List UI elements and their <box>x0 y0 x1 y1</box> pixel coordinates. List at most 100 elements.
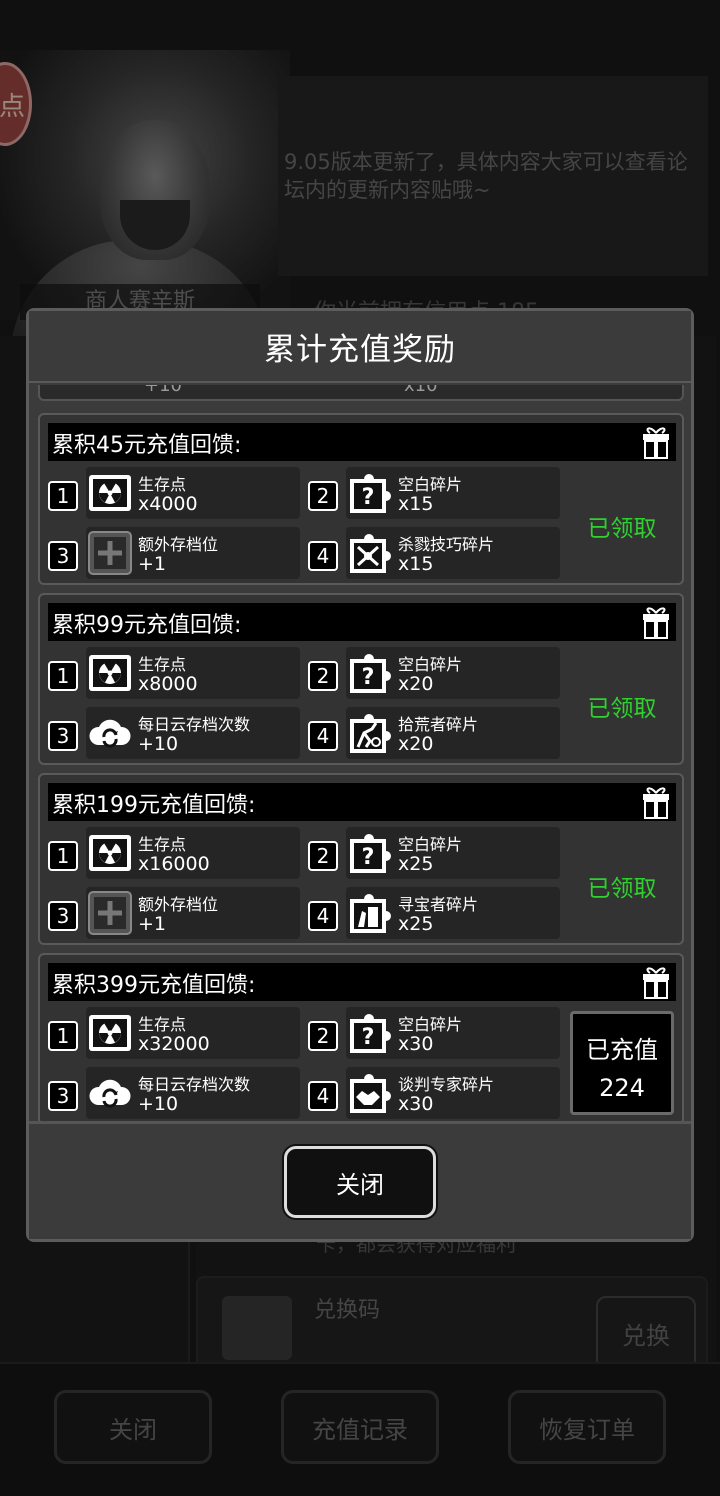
reward-item[interactable]: ? 空白碎片 x15 <box>346 467 560 519</box>
cumulative-recharge-modal: +10 x10 累积45元充值回馈: 1 生存点 x4000 2? 空白碎片 x15 3 额外存… <box>26 308 694 1242</box>
reward-index: 3 <box>48 541 78 571</box>
reward-index: 4 <box>308 721 338 751</box>
reward-item-name: 空白碎片 <box>398 655 463 674</box>
reward-index: 3 <box>48 1081 78 1111</box>
reward-item[interactable]: ? 空白碎片 x30 <box>346 1007 560 1059</box>
gift-icon <box>640 965 672 999</box>
reward-tier-2: 累积99元充值回馈: 1 生存点 x8000 2? 空白碎片 x20 3 每日云存档次数 +10 4… <box>38 593 684 765</box>
reward-item[interactable]: 每日云存档次数 +10 <box>86 707 300 759</box>
reward-item-name: 空白碎片 <box>398 1015 463 1034</box>
reward-tier-1: 累积45元充值回馈: 1 生存点 x4000 2? 空白碎片 x15 3 额外存档位 +1 4 杀戮技… <box>38 413 684 585</box>
svg-text:?: ? <box>362 485 375 510</box>
cloud-save-icon <box>86 1069 134 1117</box>
reward-item-name: 杀戮技巧碎片 <box>398 535 495 554</box>
modal-title: 累计充值奖励 <box>264 331 456 368</box>
reward-item[interactable]: 杀戮技巧碎片 x15 <box>346 527 560 579</box>
radiation-icon <box>86 829 134 877</box>
reward-item-quantity: x30 <box>398 1033 434 1055</box>
kill-skill-fragment-icon <box>346 529 394 577</box>
reward-index: 1 <box>48 841 78 871</box>
reward-item[interactable]: 额外存档位 +1 <box>86 887 300 939</box>
radiation-icon <box>86 1009 134 1057</box>
extra-slot-icon <box>86 889 134 937</box>
reward-item[interactable]: ? 空白碎片 x20 <box>346 647 560 699</box>
reward-item-name: 生存点 <box>138 1015 187 1034</box>
modal-footer: 关闭 <box>29 1121 691 1239</box>
reward-item-name: 空白碎片 <box>398 835 463 854</box>
claimed-status: 已领取 <box>587 876 657 902</box>
tier-header: 累积399元充值回馈: <box>48 963 676 1001</box>
reward-tier-3: 累积199元充值回馈: 1 生存点 x16000 2? 空白碎片 x25 3 额外存档位 +1 4 寻… <box>38 773 684 945</box>
reward-item-name: 谈判专家碎片 <box>398 1075 495 1094</box>
reward-index: 3 <box>48 721 78 751</box>
reward-item-name: 空白碎片 <box>398 475 463 494</box>
reward-item[interactable]: 生存点 x32000 <box>86 1007 300 1059</box>
partial-right-qty: x10 <box>404 385 438 396</box>
close-button[interactable]: 关闭 <box>284 1146 436 1218</box>
reward-item-name: 寻宝者碎片 <box>398 895 479 914</box>
reward-item-quantity: x8000 <box>138 673 198 695</box>
reward-item-quantity: +10 <box>138 733 179 755</box>
gift-icon <box>640 785 672 819</box>
reward-item[interactable]: 生存点 x16000 <box>86 827 300 879</box>
reward-item[interactable]: 拾荒者碎片 x20 <box>346 707 560 759</box>
reward-index: 1 <box>48 1021 78 1051</box>
tier-header: 累积99元充值回馈: <box>48 603 676 641</box>
reward-item[interactable]: 寻宝者碎片 x25 <box>346 887 560 939</box>
reward-tier-4: 累积399元充值回馈: 1 生存点 x32000 2? 空白碎片 x30 3 每日云存档次数 +1… <box>38 953 684 1121</box>
reward-item-name: 拾荒者碎片 <box>398 715 479 734</box>
reward-item-name: 额外存档位 <box>138 895 219 914</box>
tier-title: 累积99元充值回馈: <box>52 613 242 638</box>
treasure-hunter-fragment-icon <box>346 889 394 937</box>
reward-item-quantity: +1 <box>138 913 167 935</box>
reward-item[interactable]: 生存点 x8000 <box>86 647 300 699</box>
claimed-status: 已领取 <box>587 516 657 542</box>
svg-text:?: ? <box>362 1025 375 1050</box>
tier-title: 累积399元充值回馈: <box>52 973 256 998</box>
reward-item-name: 生存点 <box>138 835 187 854</box>
reward-index: 2 <box>308 661 338 691</box>
reward-item-quantity: x16000 <box>138 853 210 875</box>
partial-left-qty: +10 <box>144 385 182 396</box>
reward-item-quantity: x15 <box>398 553 434 575</box>
radiation-icon <box>86 469 134 517</box>
reward-index: 1 <box>48 481 78 511</box>
tier-header: 累积199元充值回馈: <box>48 783 676 821</box>
reward-item-name: 额外存档位 <box>138 535 219 554</box>
reward-item-quantity: x20 <box>398 673 434 695</box>
tier-title: 累积45元充值回馈: <box>52 433 242 458</box>
reward-item-name: 生存点 <box>138 475 187 494</box>
svg-text:?: ? <box>362 665 375 690</box>
reward-item-name: 生存点 <box>138 655 187 674</box>
partial-reward-card: +10 x10 <box>38 385 684 401</box>
reward-item[interactable]: 每日云存档次数 +10 <box>86 1067 300 1119</box>
tier-header: 累积45元充值回馈: <box>48 423 676 461</box>
reward-index: 4 <box>308 541 338 571</box>
reward-item[interactable]: 谈判专家碎片 x30 <box>346 1067 560 1119</box>
reward-item-quantity: x20 <box>398 733 434 755</box>
reward-index: 2 <box>308 1021 338 1051</box>
reward-item[interactable]: 生存点 x4000 <box>86 467 300 519</box>
reward-item[interactable]: 额外存档位 +1 <box>86 527 300 579</box>
reward-list[interactable]: +10 x10 累积45元充值回馈: 1 生存点 x4000 2? 空白碎片 x15 3 额外存… <box>36 385 686 1121</box>
reward-index: 3 <box>48 901 78 931</box>
reward-index: 2 <box>308 841 338 871</box>
reward-item-quantity: x25 <box>398 913 434 935</box>
reward-index: 4 <box>308 1081 338 1111</box>
modal-header: 累计充值奖励 <box>29 311 691 383</box>
reward-item-quantity: x30 <box>398 1093 434 1115</box>
claimed-status: 已领取 <box>587 696 657 722</box>
reward-index: 2 <box>308 481 338 511</box>
gift-icon <box>640 605 672 639</box>
extra-slot-icon <box>86 529 134 577</box>
negotiator-fragment-icon <box>346 1069 394 1117</box>
blank-fragment-icon: ? <box>346 829 394 877</box>
reward-item[interactable]: ? 空白碎片 x25 <box>346 827 560 879</box>
recharged-amount-box: 已充值 224 <box>570 1011 674 1115</box>
svg-text:?: ? <box>362 845 375 870</box>
cloud-save-icon <box>86 709 134 757</box>
reward-item-quantity: x15 <box>398 493 434 515</box>
gift-icon <box>640 425 672 459</box>
reward-item-quantity: x4000 <box>138 493 198 515</box>
reward-item-name: 每日云存档次数 <box>138 715 251 734</box>
